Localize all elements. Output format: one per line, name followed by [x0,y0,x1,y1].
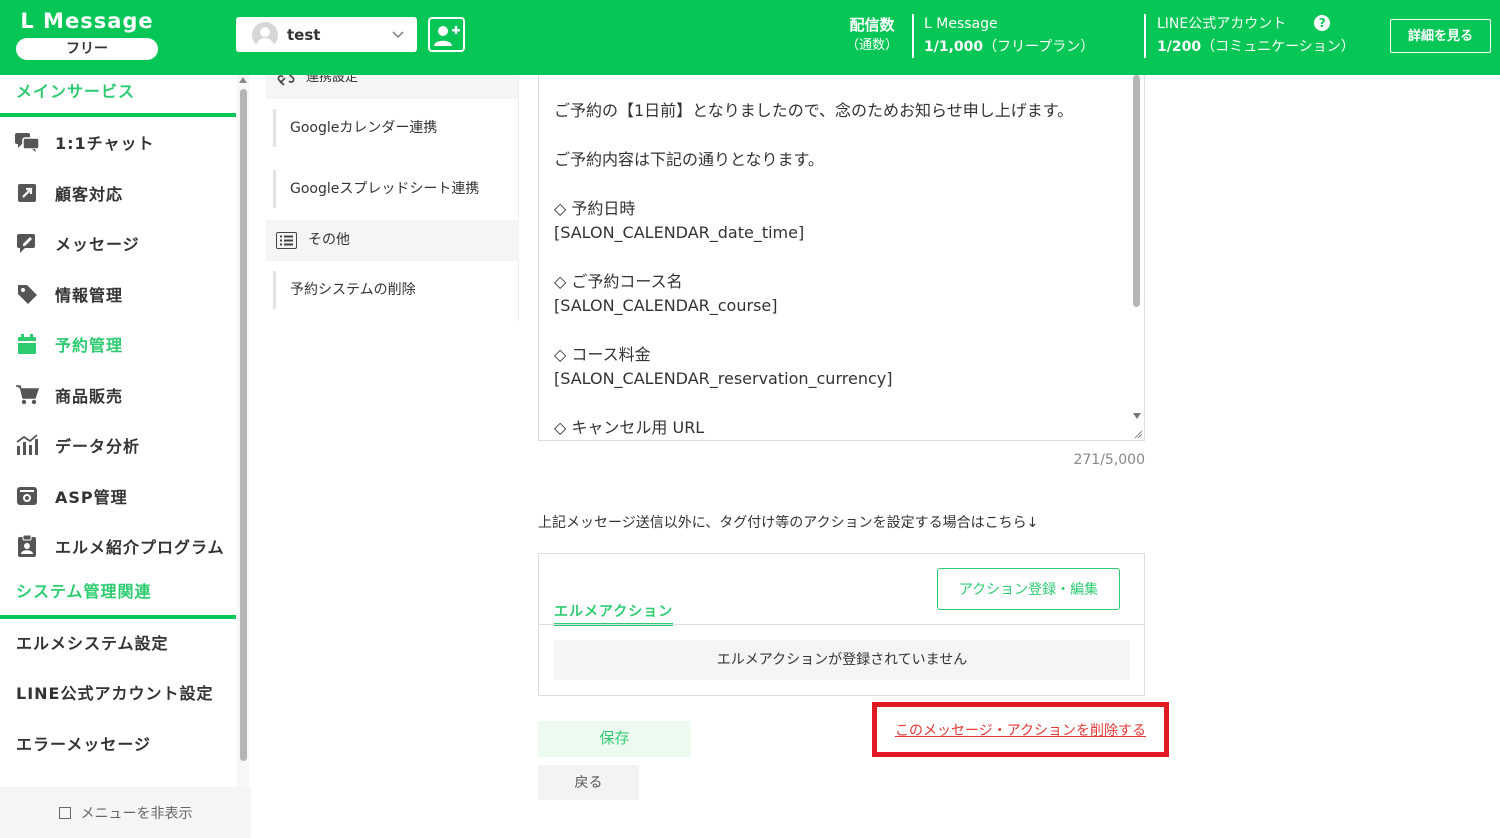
lmessage-plan: （フリープラン） [983,39,1095,55]
delete-message-link[interactable]: このメッセージ・アクションを削除する [895,720,1146,740]
register-action-button[interactable]: アクション登録・編集 [937,568,1120,610]
asp-icon [14,484,40,508]
plan-badge: フリー [16,38,158,60]
help-icon[interactable]: ? [1314,15,1331,31]
list-icon [276,232,297,249]
app-logo[interactable]: L Message フリー [16,8,158,60]
collapse-icon [58,806,71,819]
sidebar-item-label: ASP管理 [55,487,128,507]
chevron-down-icon [392,31,404,39]
lmessage-usage: 1/1,000（フリープラン） [924,34,1094,60]
sidebar-item-customer[interactable]: 顧客対応 [0,168,236,219]
sidebar: メインサービス 1:1チャット 顧客対応 メッセージ 情報管理 予約管理 商品販… [0,75,251,838]
detail-button[interactable]: 詳細を見る [1390,19,1491,53]
sidebar-item-label: 1:1チャット [55,134,155,154]
sidebar-item-label: メッセージ [55,235,140,255]
back-button[interactable]: 戻る [538,765,639,800]
sidebar-item-label: 情報管理 [55,285,124,305]
sidebar-item-label: 顧客対応 [55,184,124,204]
sidebar-item-label: 予約管理 [55,336,124,356]
sidebar-item-info[interactable]: 情報管理 [0,269,236,320]
submenu-header-label: 連携設定 [306,75,359,85]
sidebar-item-chat[interactable]: 1:1チャット [0,117,236,168]
sidebar-item-system-settings[interactable]: エルメシステム設定 [0,619,236,670]
section-main-services: メインサービス [0,75,236,117]
add-user-icon [433,25,460,46]
account-name: test [287,25,321,44]
submenu-item-google-sheets[interactable]: Googleスプレッドシート連携 [273,170,513,208]
add-user-button[interactable] [428,17,465,52]
user-avatar-icon [252,21,278,48]
scroll-down-arrow-icon[interactable] [1133,413,1141,419]
submenu-other-label: その他 [308,232,350,248]
tab-elme-action[interactable]: エルメアクション [554,601,674,626]
divider [1144,14,1146,58]
lmessage-label: L Message [924,16,998,32]
tag-icon [14,282,40,306]
divider [912,14,914,58]
sidebar-item-line-settings[interactable]: LINE公式アカウント設定 [0,669,236,720]
lmessage-count: 1/1,000 [924,39,984,55]
delete-highlight-frame: このメッセージ・アクションを削除する [872,702,1169,757]
character-counter: 271/5,000 [1073,452,1145,468]
scroll-up-arrow-icon[interactable] [239,77,247,83]
message-textarea[interactable]: ご予約の【1日前】となりましたので、念のためお知らせ申し上げます。 ご予約内容は… [538,75,1145,441]
divider [539,624,1144,625]
chart-icon [14,433,40,457]
sidebar-scroll-thumb[interactable] [240,89,247,761]
sidebar-item-reservation[interactable]: 予約管理 [0,319,236,370]
sidebar-item-analytics[interactable]: データ分析 [0,420,236,471]
save-button[interactable]: 保存 [538,721,691,757]
action-panel: アクション登録・編集 エルメアクション エルメアクションが登録されていません [538,553,1145,696]
submenu-header-integration[interactable]: 連携設定 [266,75,518,99]
submenu-item-delete-system[interactable]: 予約システムの削除 [273,271,513,309]
textarea-scroll-thumb[interactable] [1133,75,1140,307]
sidebar-item-asp[interactable]: ASP管理 [0,471,236,522]
sidebar-item-label: エルメ紹介プログラム [55,538,225,558]
line-count: 1/200 [1157,39,1202,55]
message-edit-icon [14,231,40,255]
submenu-item-google-calendar[interactable]: Googleカレンダー連携 [273,109,513,147]
sidebar-item-label: データ分析 [55,437,141,457]
sidebar-item-message[interactable]: メッセージ [0,218,236,269]
action-empty-state: エルメアクションが登録されていません [554,640,1130,680]
section-system: システム管理関連 [0,572,236,619]
account-select[interactable]: test [236,17,417,52]
hide-menu-label: メニューを非表示 [80,805,193,822]
resize-handle-icon[interactable] [1134,430,1142,438]
link-icon [277,75,295,86]
delivery-label: 配信数 [849,16,895,34]
hide-menu-button[interactable]: メニューを非表示 [0,787,251,838]
sidebar-item-label: 商品販売 [55,386,124,406]
clipboard-user-icon [14,534,40,558]
delivery-sub: （通数） [846,38,899,53]
reservation-submenu: 連携設定 Googleカレンダー連携 Googleスプレッドシート連携 その他 … [266,75,519,321]
sidebar-item-sales[interactable]: 商品販売 [0,370,236,421]
sidebar-item-referral[interactable]: エルメ紹介プログラム [0,521,236,572]
chat-icon [14,130,40,154]
logo-title: L Message [20,9,154,33]
external-link-icon [14,181,40,205]
action-note: 上記メッセージ送信以外に、タグ付け等のアクションを設定する場合はこちら↓ [538,515,1039,531]
line-usage: 1/200（コミュニケーション） [1157,34,1355,60]
line-label-row: LINE公式アカウント? [1157,14,1355,34]
message-text: ご予約の【1日前】となりましたので、念のためお知らせ申し上げます。 ご予約内容は… [554,101,1074,438]
lmessage-stat: L Message 1/1,000（フリープラン） [924,14,1094,60]
line-plan: （コミュニケーション） [1201,39,1355,55]
top-header: L Message フリー test 配信数 （通数） L Message 1/… [0,0,1500,75]
calendar-icon [14,332,40,356]
line-label: LINE公式アカウント [1157,16,1287,32]
cart-icon [14,383,40,407]
sidebar-item-error-messages[interactable]: エラーメッセージ [0,720,236,771]
line-stat: LINE公式アカウント? 1/200（コミュニケーション） [1157,14,1355,60]
submenu-header-other[interactable]: その他 [266,220,519,261]
sidebar-menu: メインサービス 1:1チャット 顧客対応 メッセージ 情報管理 予約管理 商品販… [0,75,236,787]
delivery-stat-label: 配信数 （通数） [846,14,898,56]
